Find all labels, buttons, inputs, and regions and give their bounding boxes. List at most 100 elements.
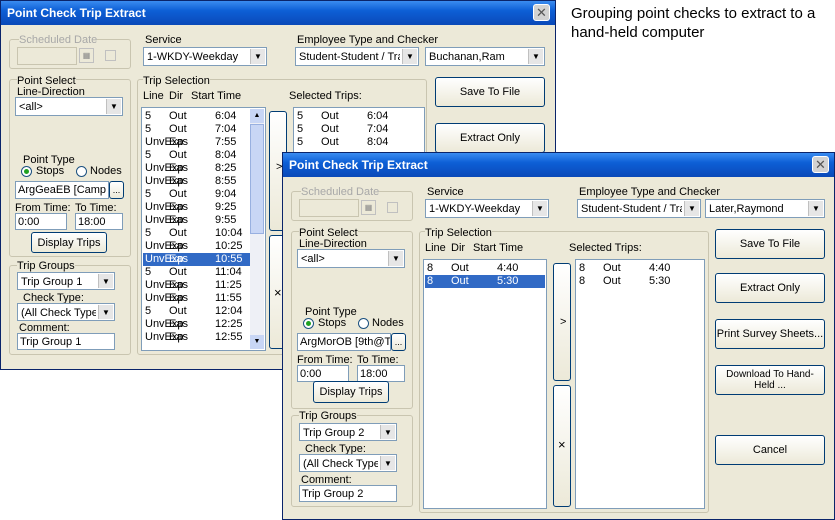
trip-row[interactable]: 5 Out 7:04 xyxy=(143,123,264,136)
back-checker-select[interactable]: Buchanan,Ram ▼ xyxy=(425,47,545,66)
trip-row[interactable]: 5 Out 6:04 xyxy=(295,110,423,123)
front-close-icon[interactable]: ✕ xyxy=(812,156,829,173)
front-stops-label: Stops xyxy=(318,317,347,329)
trip-row[interactable]: UnvExp Eas 9:55 xyxy=(143,214,264,227)
back-trips-list[interactable]: UnvExp Eas 12:55 UnvExp Eas 12:25 5 Out 12:04 Unv… xyxy=(141,107,266,351)
trip-row[interactable]: 5 Out 7:04 xyxy=(295,123,423,136)
trip-line: 5 xyxy=(145,188,152,200)
back-line-direction-dropdown-icon[interactable]: ▼ xyxy=(106,99,121,114)
trip-row[interactable]: 8 Out 5:30 xyxy=(577,275,703,288)
back-trips-scroll-thumb[interactable] xyxy=(250,124,264,234)
back-employee-type-dropdown-icon[interactable]: ▼ xyxy=(402,49,417,64)
trip-row[interactable]: UnvExp Eas 8:25 xyxy=(143,162,264,175)
back-close-icon[interactable]: ✕ xyxy=(533,4,550,21)
back-comment-field[interactable]: Trip Group 1 xyxy=(17,333,115,350)
front-check-type-dropdown-icon[interactable]: ▼ xyxy=(380,456,395,470)
trip-row[interactable]: 5 Out 8:04 xyxy=(143,149,264,162)
front-employee-type-dropdown-icon[interactable]: ▼ xyxy=(684,201,699,216)
trip-dir: Eas xyxy=(169,279,188,291)
back-employee-type-select[interactable]: Student-Student / Train ▼ xyxy=(295,47,419,66)
front-download-label: Download To Hand-Held ... xyxy=(726,369,814,391)
back-trips-scroll-up-icon[interactable]: ▲ xyxy=(250,109,264,123)
trip-dir: Eas xyxy=(169,240,188,252)
front-download-button[interactable]: Download To Hand-Held ... xyxy=(715,365,825,395)
back-stops-radio[interactable] xyxy=(21,166,32,177)
trip-row[interactable]: 8 Out 4:40 xyxy=(577,262,703,275)
front-comment-field[interactable]: Trip Group 2 xyxy=(299,485,397,502)
front-scheduled-date-checkbox xyxy=(387,202,398,213)
front-service-select[interactable]: 1-WKDY-Weekday ▼ xyxy=(425,199,549,218)
front-line-direction-dropdown-icon[interactable]: ▼ xyxy=(388,251,403,266)
back-display-trips-button[interactable]: Display Trips xyxy=(31,232,107,253)
back-extract-only-button[interactable]: Extract Only xyxy=(435,123,545,153)
back-titlebar[interactable]: Point Check Trip Extract ✕ xyxy=(1,1,555,25)
front-checker-dropdown-icon[interactable]: ▼ xyxy=(808,201,823,216)
back-save-to-file-button[interactable]: Save To File xyxy=(435,77,545,107)
trip-row[interactable]: UnvExp Eas 7:55 xyxy=(143,136,264,149)
back-trip-group-select[interactable]: Trip Group 1 ▼ xyxy=(17,272,115,290)
trip-row[interactable]: UnvExp Eas 11:55 xyxy=(143,292,264,305)
trip-row[interactable]: UnvExp Eas 9:25 xyxy=(143,201,264,214)
back-service-dropdown-icon[interactable]: ▼ xyxy=(250,49,265,64)
trip-row[interactable]: 8 Out 4:40 xyxy=(425,262,545,275)
trip-row[interactable]: UnvExp Eas 8:55 xyxy=(143,175,264,188)
front-check-type-select[interactable]: (All Check Types) ▼ xyxy=(299,454,397,472)
trip-time: 7:04 xyxy=(215,123,237,135)
back-trips-scroll-down-icon[interactable]: ▼ xyxy=(250,335,264,349)
front-to-time-field[interactable]: 18:00 xyxy=(357,365,405,382)
front-line-direction-select[interactable]: <all> ▼ xyxy=(297,249,405,268)
front-trip-group-dropdown-icon[interactable]: ▼ xyxy=(380,425,395,439)
trip-row[interactable]: 5 Out 8:04 xyxy=(295,136,423,149)
front-display-trips-button[interactable]: Display Trips xyxy=(313,381,389,403)
trip-row[interactable]: UnvExp Eas 10:55 xyxy=(143,253,264,266)
front-point-browse-button[interactable]: ... xyxy=(391,333,406,351)
front-service-label: Service xyxy=(427,186,464,198)
trip-line: 8 xyxy=(579,275,586,287)
trip-row[interactable]: 5 Out 12:04 xyxy=(143,305,264,318)
trip-row[interactable]: UnvExp Eas 11:25 xyxy=(143,279,264,292)
trip-row[interactable]: 5 Out 9:04 xyxy=(143,188,264,201)
back-remove-trip-icon: × xyxy=(274,285,282,300)
back-checker-dropdown-icon[interactable]: ▼ xyxy=(528,49,543,64)
back-trips-scrollbar[interactable]: ▲ ▼ xyxy=(250,109,264,349)
back-line-direction-select[interactable]: <all> ▼ xyxy=(15,97,123,116)
back-point-browse-button[interactable]: ... xyxy=(109,181,124,199)
back-to-time-field[interactable]: 18:00 xyxy=(75,213,123,230)
front-cancel-label: Cancel xyxy=(752,444,788,456)
front-stops-radio[interactable] xyxy=(303,318,314,329)
front-nodes-radio[interactable] xyxy=(358,318,369,329)
back-check-type-dropdown-icon[interactable]: ▼ xyxy=(98,305,113,319)
back-trip-selection-label: Trip Selection xyxy=(143,75,210,87)
front-trip-group-select[interactable]: Trip Group 2 ▼ xyxy=(299,423,397,441)
front-point-field[interactable]: ArgMorOB [9th@Throc xyxy=(297,333,391,351)
back-check-type-select[interactable]: (All Check Types) ▼ xyxy=(17,303,115,321)
front-checker-select[interactable]: Later,Raymond ▼ xyxy=(705,199,825,218)
front-cancel-button[interactable]: Cancel xyxy=(715,435,825,465)
front-checker-value: Later,Raymond xyxy=(709,203,784,215)
back-point-field[interactable]: ArgGeaEB [Camp Bowi xyxy=(15,181,109,199)
back-from-time-field[interactable]: 0:00 xyxy=(15,213,67,230)
front-selected-trips-list[interactable]: 8 Out 5:30 8 Out 4:40 xyxy=(575,259,705,509)
trip-line: 5 xyxy=(145,123,152,135)
front-print-survey-button[interactable]: Print Survey Sheets... xyxy=(715,319,825,349)
back-service-select[interactable]: 1-WKDY-Weekday ▼ xyxy=(143,47,267,66)
back-trip-group-dropdown-icon[interactable]: ▼ xyxy=(98,274,113,288)
trip-row[interactable]: UnvExp Eas 12:55 xyxy=(143,331,264,344)
trip-row[interactable]: UnvExp Eas 10:25 xyxy=(143,240,264,253)
front-extract-only-button[interactable]: Extract Only xyxy=(715,273,825,303)
trip-row[interactable]: 5 Out 11:04 xyxy=(143,266,264,279)
trip-row[interactable]: 5 Out 6:04 xyxy=(143,110,264,123)
trip-row[interactable]: UnvExp Eas 12:25 xyxy=(143,318,264,331)
front-trips-list[interactable]: 8 Out 5:30 8 Out 4:40 xyxy=(423,259,547,509)
front-save-to-file-button[interactable]: Save To File xyxy=(715,229,825,259)
trip-dir: Out xyxy=(451,275,469,287)
back-selected-trips-list[interactable]: 5 Out 8:04 5 Out 7:04 5 Out 6:04 xyxy=(293,107,425,155)
front-employee-type-select[interactable]: Student-Student / Train ▼ xyxy=(577,199,701,218)
front-titlebar[interactable]: Point Check Trip Extract ✕ xyxy=(283,153,834,177)
front-service-dropdown-icon[interactable]: ▼ xyxy=(532,201,547,216)
trip-row[interactable]: 5 Out 10:04 xyxy=(143,227,264,240)
trip-row[interactable]: 8 Out 5:30 xyxy=(425,275,545,288)
front-from-time-field[interactable]: 0:00 xyxy=(297,365,349,382)
back-nodes-radio[interactable] xyxy=(76,166,87,177)
front-col-line: Line xyxy=(425,242,446,254)
